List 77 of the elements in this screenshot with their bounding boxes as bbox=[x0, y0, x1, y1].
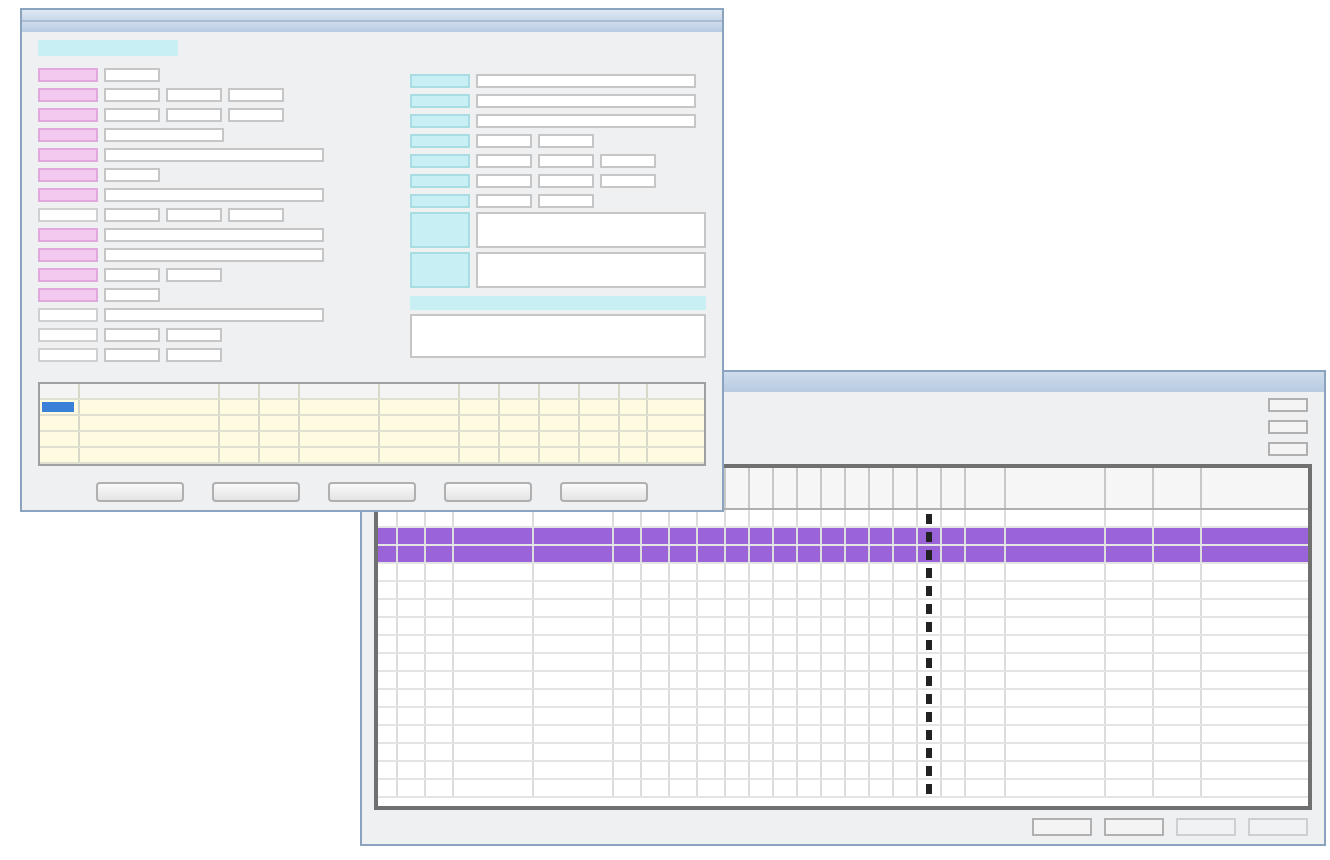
text-area[interactable] bbox=[475, 212, 706, 248]
footer-button[interactable] bbox=[1032, 818, 1092, 836]
input-field[interactable] bbox=[537, 153, 594, 167]
header-block bbox=[38, 40, 178, 56]
grid-row[interactable] bbox=[378, 726, 1308, 744]
action-button[interactable] bbox=[212, 482, 300, 502]
input-field[interactable] bbox=[104, 107, 160, 121]
action-button[interactable] bbox=[328, 482, 416, 502]
input-field[interactable] bbox=[475, 73, 696, 87]
input-field[interactable] bbox=[104, 267, 160, 281]
label-block bbox=[409, 173, 470, 187]
input-field[interactable] bbox=[166, 207, 222, 221]
label-block bbox=[409, 93, 470, 107]
grid-row[interactable] bbox=[378, 708, 1308, 726]
label-block bbox=[409, 252, 470, 288]
text-area[interactable] bbox=[409, 314, 706, 358]
label-block bbox=[409, 193, 470, 207]
table-row[interactable] bbox=[40, 400, 704, 416]
side-button[interactable] bbox=[1268, 420, 1308, 434]
input-field[interactable] bbox=[104, 287, 160, 301]
input-field[interactable] bbox=[104, 347, 160, 361]
grid-row[interactable] bbox=[378, 690, 1308, 708]
grid-row[interactable] bbox=[378, 744, 1308, 762]
input-field[interactable] bbox=[166, 87, 222, 101]
footer-button[interactable] bbox=[1104, 818, 1164, 836]
input-field[interactable] bbox=[104, 127, 224, 141]
side-button[interactable] bbox=[1268, 398, 1308, 412]
input-field[interactable] bbox=[475, 173, 532, 187]
input-field[interactable] bbox=[166, 107, 222, 121]
input-field[interactable] bbox=[228, 87, 284, 101]
input-field[interactable] bbox=[166, 347, 222, 361]
input-field[interactable] bbox=[166, 327, 222, 341]
grid-row[interactable] bbox=[378, 636, 1308, 654]
input-field[interactable] bbox=[228, 107, 284, 121]
label-block bbox=[409, 153, 470, 167]
input-field[interactable] bbox=[104, 327, 160, 341]
input-field[interactable] bbox=[104, 167, 160, 181]
input-field[interactable] bbox=[104, 227, 324, 241]
input-field[interactable] bbox=[104, 187, 324, 201]
input-field[interactable] bbox=[475, 93, 696, 107]
text-area[interactable] bbox=[475, 252, 706, 288]
input-field[interactable] bbox=[537, 193, 594, 207]
label-block bbox=[409, 133, 470, 147]
label-block bbox=[409, 73, 470, 87]
grid-row[interactable] bbox=[378, 564, 1308, 582]
input-field[interactable] bbox=[475, 153, 532, 167]
grid-row[interactable] bbox=[378, 600, 1308, 618]
grid-row[interactable] bbox=[378, 618, 1308, 636]
input-field[interactable] bbox=[104, 147, 324, 161]
input-field[interactable] bbox=[475, 133, 532, 147]
action-button[interactable] bbox=[560, 482, 648, 502]
input-field[interactable] bbox=[104, 207, 160, 221]
grid-row[interactable] bbox=[378, 672, 1308, 690]
input-field[interactable] bbox=[537, 133, 594, 147]
input-field[interactable] bbox=[475, 193, 532, 207]
input-field[interactable] bbox=[104, 307, 324, 321]
label-block bbox=[409, 113, 470, 127]
input-field[interactable] bbox=[166, 267, 222, 281]
grid-row[interactable] bbox=[378, 546, 1308, 564]
input-field[interactable] bbox=[104, 247, 324, 261]
action-button[interactable] bbox=[444, 482, 532, 502]
input-field[interactable] bbox=[599, 153, 656, 167]
input-field[interactable] bbox=[475, 113, 696, 127]
input-field[interactable] bbox=[599, 173, 656, 187]
grid-row[interactable] bbox=[378, 780, 1308, 798]
label-block bbox=[409, 212, 470, 248]
grid-row[interactable] bbox=[378, 762, 1308, 780]
input-field[interactable] bbox=[228, 207, 284, 221]
grid-row[interactable] bbox=[378, 582, 1308, 600]
input-field[interactable] bbox=[104, 67, 160, 81]
grid-row[interactable] bbox=[378, 654, 1308, 672]
action-button[interactable] bbox=[96, 482, 184, 502]
input-field[interactable] bbox=[104, 87, 160, 101]
side-button[interactable] bbox=[1268, 442, 1308, 456]
grid-row[interactable] bbox=[378, 528, 1308, 546]
selected-cell[interactable] bbox=[42, 402, 74, 412]
input-field[interactable] bbox=[537, 173, 594, 187]
